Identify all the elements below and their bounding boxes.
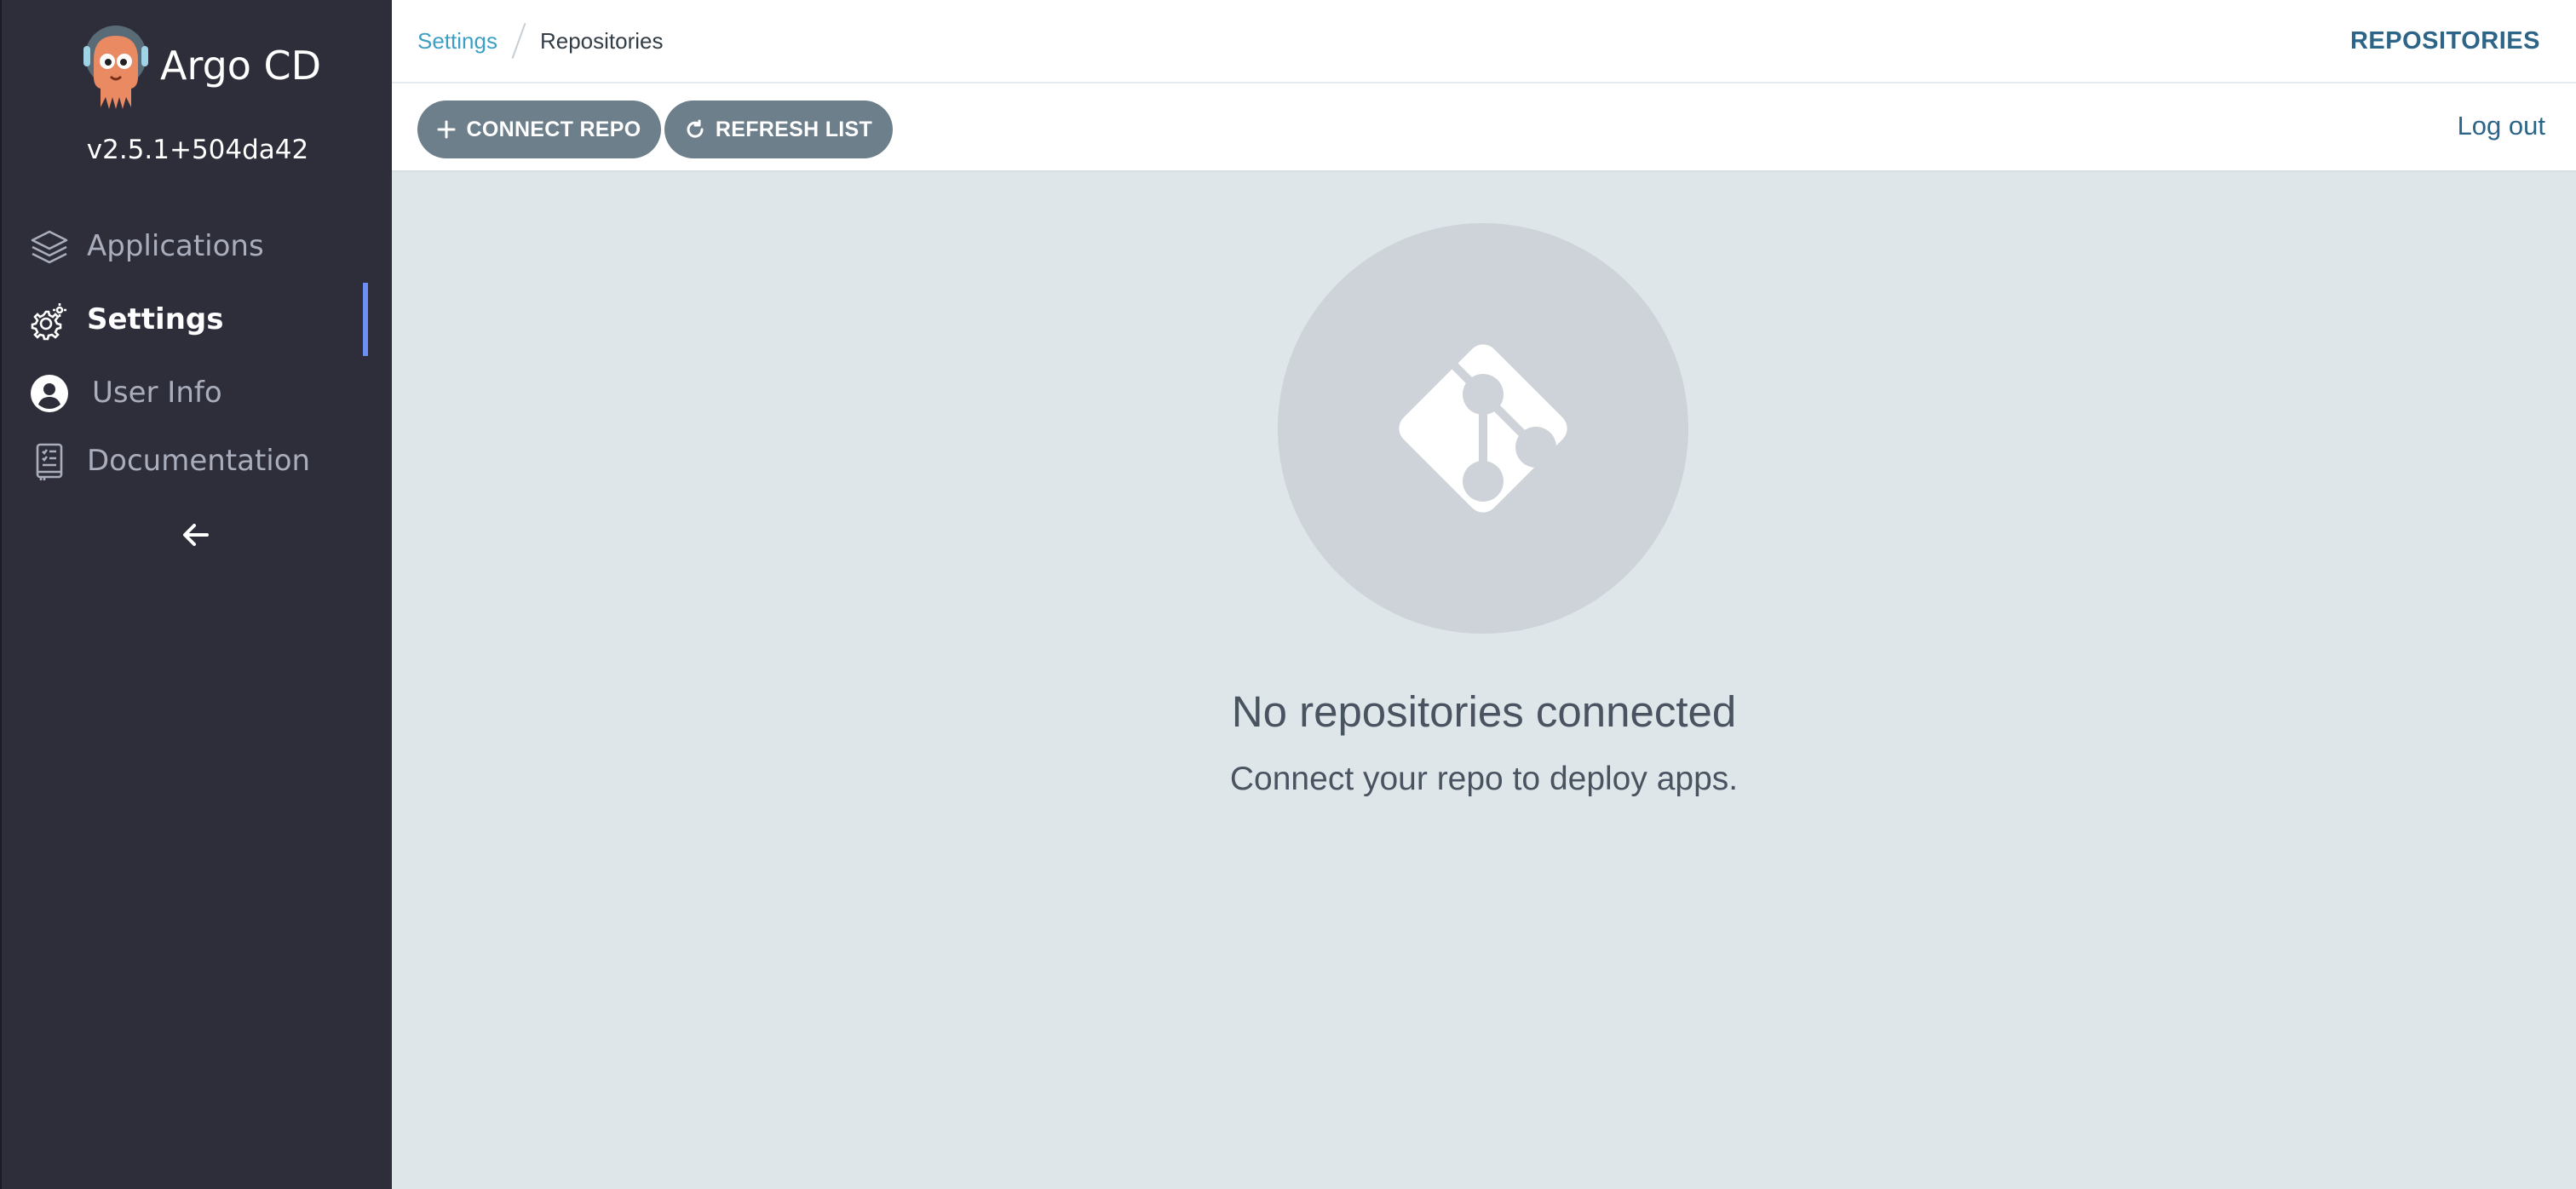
refresh-list-label: REFRESH LIST [715, 117, 873, 141]
sidebar-item-label: User Info [92, 376, 222, 410]
sidebar-item-settings[interactable]: Settings [2, 283, 394, 356]
breadcrumb-settings-link[interactable]: Settings [417, 28, 497, 55]
layers-icon [29, 227, 70, 267]
sidebar-item-user-info[interactable]: User Info [2, 356, 394, 429]
breadcrumb: Settings Repositories [417, 0, 663, 82]
git-icon [1399, 344, 1567, 513]
book-icon [29, 441, 70, 482]
sidebar-item-label: Settings [87, 302, 224, 336]
argo-logo-icon [83, 26, 148, 109]
sidebar-item-label: Applications [87, 229, 264, 263]
empty-state-illustration [1278, 223, 1688, 634]
empty-state-title: No repositories connected [1231, 687, 1737, 736]
user-circle-icon [29, 373, 70, 414]
top-bar: Settings Repositories REPOSITORIES [392, 0, 2576, 83]
connect-repo-button[interactable]: CONNECT REPO [417, 101, 661, 158]
empty-state-subtitle: Connect your repo to deploy apps. [1229, 761, 1739, 797]
gear-icon [29, 300, 70, 341]
refresh-icon [685, 119, 705, 140]
collapse-sidebar-button[interactable] [176, 518, 216, 552]
refresh-list-button[interactable]: REFRESH LIST [664, 101, 893, 158]
sidebar-item-label: Documentation [87, 444, 311, 478]
page-title: REPOSITORIES [2349, 27, 2540, 55]
toolbar: CONNECT REPO REFRESH LIST Log out [392, 83, 2576, 172]
brand[interactable]: Argo CD [82, 26, 321, 111]
connect-repo-label: CONNECT REPO [466, 117, 641, 141]
active-indicator [363, 283, 368, 356]
app-version: v2.5.1+504da42 [86, 135, 309, 165]
app-name: Argo CD [160, 43, 322, 89]
breadcrumb-separator [511, 22, 526, 60]
sidebar-item-applications[interactable]: Applications [2, 210, 394, 283]
sidebar-item-documentation[interactable]: Documentation [2, 424, 394, 497]
plus-icon [437, 120, 456, 139]
logout-link[interactable]: Log out [2458, 83, 2545, 169]
breadcrumb-current: Repositories [539, 27, 664, 54]
sidebar: Argo CD v2.5.1+504da42 Applications Sett… [0, 0, 392, 1189]
arrow-left-icon [183, 524, 209, 546]
